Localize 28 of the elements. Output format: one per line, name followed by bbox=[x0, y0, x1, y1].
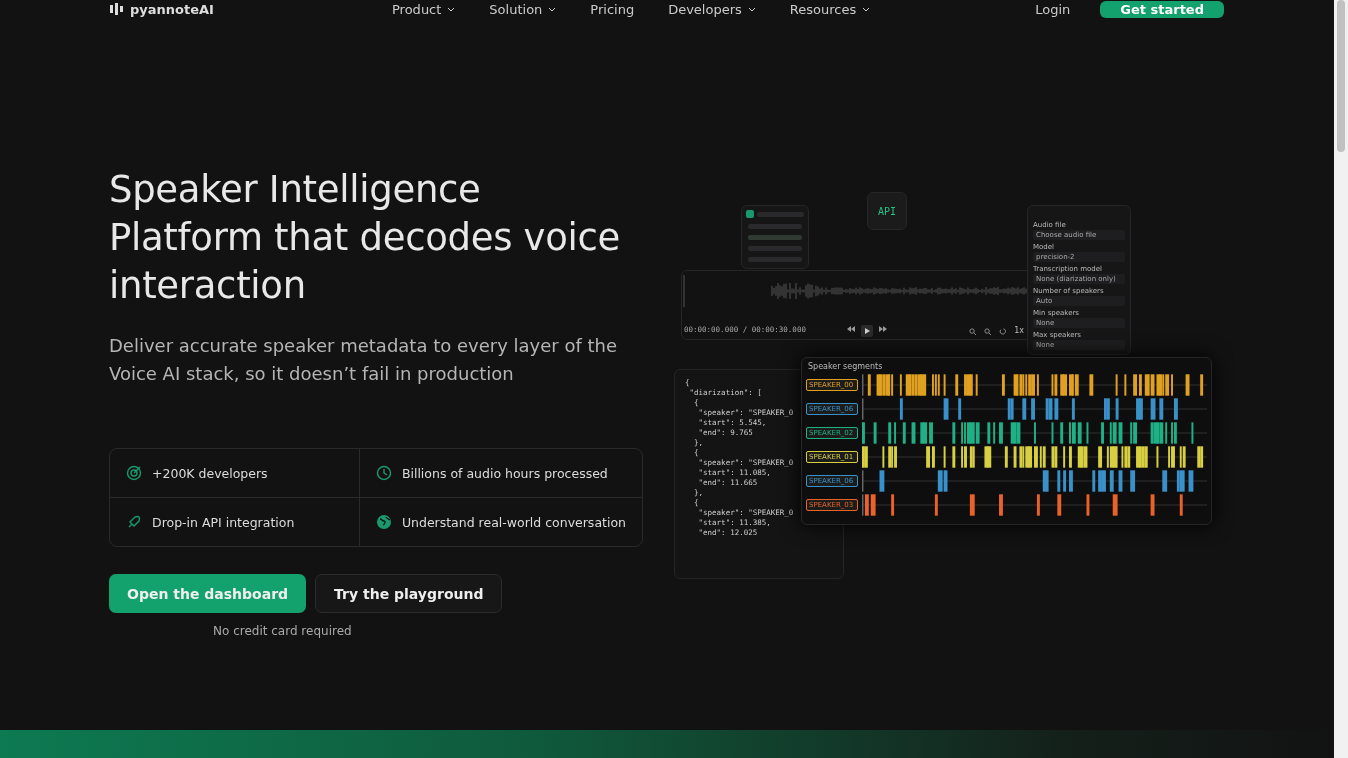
clock-icon bbox=[375, 465, 392, 481]
reset-icon bbox=[999, 328, 1006, 335]
forward-icon bbox=[879, 325, 887, 333]
feature-text: +200K developers bbox=[152, 465, 268, 481]
api-badge: API bbox=[867, 192, 907, 230]
target-icon bbox=[126, 465, 142, 481]
nav-link[interactable]: Resources bbox=[789, 1, 871, 17]
note-text: No credit card required bbox=[213, 624, 353, 638]
nav-link[interactable]: Pricing bbox=[590, 1, 635, 17]
hero-title: Speaker Intelligence Platform that decodes voice interaction bbox=[109, 167, 622, 309]
playground-button[interactable]: Try the playground bbox=[315, 574, 503, 613]
nav-link[interactable]: Product bbox=[392, 1, 456, 17]
feature-text: Drop-in API integration bbox=[152, 514, 295, 530]
nav-link[interactable]: Developers bbox=[668, 1, 756, 17]
nav-link[interactable]: Solution bbox=[489, 1, 557, 17]
segments-title: Speaker segments bbox=[808, 362, 884, 371]
feature-text: Billions of audio hours processed bbox=[401, 465, 608, 481]
hero-subtitle: Deliver accurate speaker metadata to every layer of the Voice AI stack, so it doesn’t fail in production bbox=[109, 334, 618, 386]
feature-text: Understand real-world conversation bbox=[401, 514, 626, 530]
speed-text: 1x bbox=[1014, 326, 1024, 335]
play-icon[interactable] bbox=[861, 325, 873, 337]
zoom-icon bbox=[969, 328, 976, 335]
scrollbar-thumb[interactable] bbox=[1337, 0, 1345, 152]
zoom-icon bbox=[984, 328, 991, 335]
logo-text[interactable]: pyannoteAI bbox=[130, 1, 214, 17]
login-link[interactable]: Login bbox=[1035, 1, 1071, 17]
logo-icon bbox=[110, 3, 124, 15]
rewind-icon bbox=[847, 325, 855, 333]
